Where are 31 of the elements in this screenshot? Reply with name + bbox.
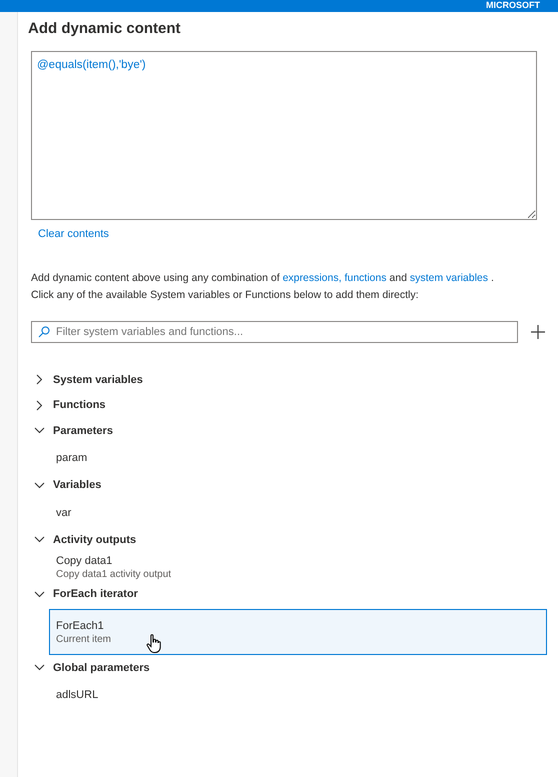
tree-group-header[interactable]: ForEach iterator	[31, 582, 558, 607]
tree-group-header[interactable]: Variables	[31, 472, 558, 498]
tree-item[interactable]: ForEach1 Current item	[49, 609, 547, 655]
account-name: MICROSOFT	[486, 1, 540, 10]
filter-field[interactable]: Filter system variables and functions...	[31, 321, 518, 343]
tree-group-header[interactable]: Functions	[31, 392, 558, 418]
tree-item[interactable]: adlsURL	[49, 680, 547, 710]
item-name: Copy data1	[56, 554, 112, 566]
tree-group-header[interactable]: Parameters	[31, 418, 558, 444]
hand-cursor-icon	[146, 634, 162, 654]
tree-item[interactable]: var	[49, 498, 547, 527]
description-text: Add dynamic content above using any combination of expressions, functions and system variables .	[31, 271, 495, 286]
item-name: ForEach1	[56, 620, 104, 632]
panel-title: Add dynamic content	[28, 20, 182, 37]
tree-item[interactable]: Copy data1 Copy data1 activity output	[49, 552, 547, 582]
description-text: Click any of the available System variables or Functions below to add them directly:	[31, 288, 420, 303]
tree-item[interactable]: param	[49, 444, 547, 472]
tree-group-header[interactable]: System variables	[31, 367, 558, 392]
expression-field[interactable]: @equals(item(),'bye')	[31, 51, 537, 220]
tree-group-header[interactable]: Activity outputs	[31, 527, 558, 552]
expressions-functions-link[interactable]: expressions, functions	[282, 272, 386, 284]
item-subtitle: Current item	[56, 634, 112, 644]
clear-contents-link[interactable]: Clear contents	[38, 228, 109, 240]
system-variables-link[interactable]: system variables	[410, 272, 488, 284]
item-name: adlsURL	[56, 689, 98, 701]
search-icon	[38, 326, 50, 338]
item-subtitle: Copy data1 activity output	[56, 568, 172, 580]
item-name: param	[56, 452, 88, 464]
tree-group-header[interactable]: Global parameters	[31, 655, 558, 680]
item-name: var	[56, 506, 72, 518]
add-icon[interactable]	[531, 325, 545, 339]
